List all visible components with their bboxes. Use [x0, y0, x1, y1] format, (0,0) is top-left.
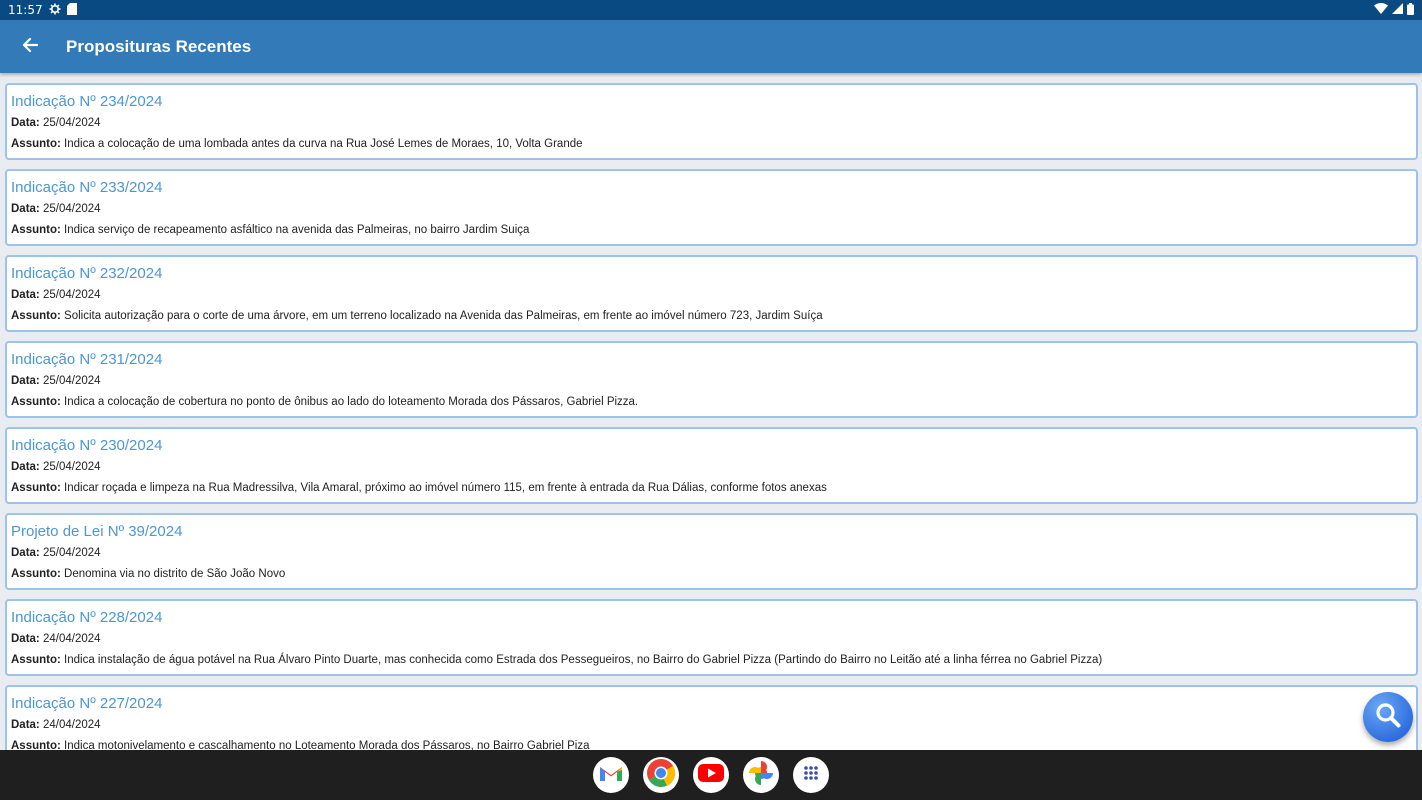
date-value: 25/04/2024: [42, 461, 101, 473]
subject-value: Denomina via no distrito de São João Nov…: [64, 568, 286, 580]
item-title: Indicação Nº 230/2024: [11, 437, 163, 454]
youtube-app-button[interactable]: [693, 757, 729, 793]
subject-value: Indica a colocação de uma lombada antes …: [64, 138, 583, 150]
subject-label: Assunto:: [11, 224, 61, 236]
propositions-list[interactable]: Indicação Nº 234/2024 Data: 25/04/2024 A…: [0, 73, 1422, 750]
subject-label: Assunto:: [11, 740, 61, 750]
back-button[interactable]: [0, 20, 60, 73]
date-value: 24/04/2024: [42, 719, 101, 731]
sd-card-icon: [66, 2, 77, 18]
wifi-icon: [1374, 3, 1388, 17]
list-item[interactable]: Indicação Nº 230/2024 Data: 25/04/2024 A…: [5, 427, 1418, 504]
subject-label: Assunto:: [11, 396, 61, 408]
app-bar: Proposituras Recentes: [0, 20, 1422, 73]
list-item[interactable]: Indicação Nº 231/2024 Data: 25/04/2024 A…: [5, 341, 1418, 418]
date-label: Data:: [11, 375, 40, 387]
search-fab-button[interactable]: [1363, 692, 1413, 742]
settings-icon: [49, 3, 61, 18]
subject-label: Assunto:: [11, 310, 61, 322]
search-icon: [1374, 701, 1402, 733]
list-item[interactable]: Indicação Nº 234/2024 Data: 25/04/2024 A…: [5, 83, 1418, 160]
item-title: Projeto de Lei Nº 39/2024: [11, 523, 183, 540]
app-drawer-button[interactable]: [793, 757, 829, 793]
gmail-icon: [599, 764, 623, 786]
item-subject: Assunto: Indica serviço de recapeamento …: [11, 220, 1412, 241]
gmail-app-button[interactable]: [593, 757, 629, 793]
date-value: 25/04/2024: [42, 117, 101, 129]
list-item[interactable]: Projeto de Lei Nº 39/2024 Data: 25/04/20…: [5, 513, 1418, 590]
item-subject: Assunto: Denomina via no distrito de São…: [11, 564, 1412, 585]
battery-icon: [1407, 2, 1414, 18]
item-date: Data: 25/04/2024: [11, 199, 1412, 220]
list-item[interactable]: Indicação Nº 227/2024 Data: 24/04/2024 A…: [5, 685, 1418, 750]
arrow-left-icon: [22, 37, 39, 57]
app-drawer-icon: [803, 765, 819, 785]
subject-label: Assunto:: [11, 138, 61, 150]
status-left: 11:57: [8, 2, 77, 18]
item-subject: Assunto: Indica a colocação de cobertura…: [11, 392, 1412, 413]
item-date: Data: 24/04/2024: [11, 629, 1412, 650]
subject-label: Assunto:: [11, 568, 61, 580]
item-title: Indicação Nº 233/2024: [11, 179, 163, 196]
subject-value: Indica serviço de recapeamento asfáltico…: [64, 224, 530, 236]
photos-app-button[interactable]: [743, 757, 779, 793]
date-label: Data:: [11, 633, 40, 645]
item-date: Data: 25/04/2024: [11, 113, 1412, 134]
item-title: Indicação Nº 232/2024: [11, 265, 163, 282]
date-label: Data:: [11, 117, 40, 129]
subject-value: Indicar roçada e limpeza na Rua Madressi…: [64, 482, 827, 494]
item-title: Indicação Nº 234/2024: [11, 93, 163, 110]
photos-icon: [748, 760, 774, 790]
taskbar: [0, 750, 1422, 800]
item-subject: Assunto: Indica a colocação de uma lomba…: [11, 134, 1412, 155]
item-title: Indicação Nº 231/2024: [11, 351, 163, 368]
item-subject: Assunto: Solicita autorização para o cor…: [11, 306, 1412, 327]
subject-label: Assunto:: [11, 482, 61, 494]
item-date: Data: 24/04/2024: [11, 715, 1412, 736]
item-date: Data: 25/04/2024: [11, 543, 1412, 564]
date-label: Data:: [11, 719, 40, 731]
date-value: 25/04/2024: [42, 203, 101, 215]
item-date: Data: 25/04/2024: [11, 371, 1412, 392]
date-label: Data:: [11, 289, 40, 301]
status-bar: 11:57: [0, 0, 1422, 20]
chrome-icon: [646, 758, 676, 792]
status-right: [1374, 2, 1414, 18]
date-value: 25/04/2024: [42, 547, 101, 559]
item-subject: Assunto: Indica instalação de água potáv…: [11, 650, 1412, 671]
subject-value: Solicita autorização para o corte de uma…: [64, 310, 823, 322]
date-value: 24/04/2024: [42, 633, 101, 645]
date-label: Data:: [11, 461, 40, 473]
date-value: 25/04/2024: [42, 289, 101, 301]
list-item[interactable]: Indicação Nº 228/2024 Data: 24/04/2024 A…: [5, 599, 1418, 676]
subject-label: Assunto:: [11, 654, 61, 666]
date-label: Data:: [11, 547, 40, 559]
list-item[interactable]: Indicação Nº 232/2024 Data: 25/04/2024 A…: [5, 255, 1418, 332]
item-subject: Assunto: Indica motonivelamento e cascal…: [11, 736, 1412, 750]
item-subject: Assunto: Indicar roçada e limpeza na Rua…: [11, 478, 1412, 499]
item-date: Data: 25/04/2024: [11, 285, 1412, 306]
item-title: Indicação Nº 228/2024: [11, 609, 163, 626]
subject-value: Indica motonivelamento e cascalhamento n…: [64, 740, 590, 750]
signal-icon: [1392, 3, 1403, 17]
subject-value: Indica a colocação de cobertura no ponto…: [64, 396, 639, 408]
youtube-icon: [698, 764, 724, 786]
item-title: Indicação Nº 227/2024: [11, 695, 163, 712]
subject-value: Indica instalação de água potável na Rua…: [64, 654, 1103, 666]
item-date: Data: 25/04/2024: [11, 457, 1412, 478]
date-value: 25/04/2024: [42, 375, 101, 387]
list-item[interactable]: Indicação Nº 233/2024 Data: 25/04/2024 A…: [5, 169, 1418, 246]
page-title: Proposituras Recentes: [66, 36, 252, 56]
status-time: 11:57: [8, 3, 43, 17]
date-label: Data:: [11, 203, 40, 215]
chrome-app-button[interactable]: [643, 757, 679, 793]
